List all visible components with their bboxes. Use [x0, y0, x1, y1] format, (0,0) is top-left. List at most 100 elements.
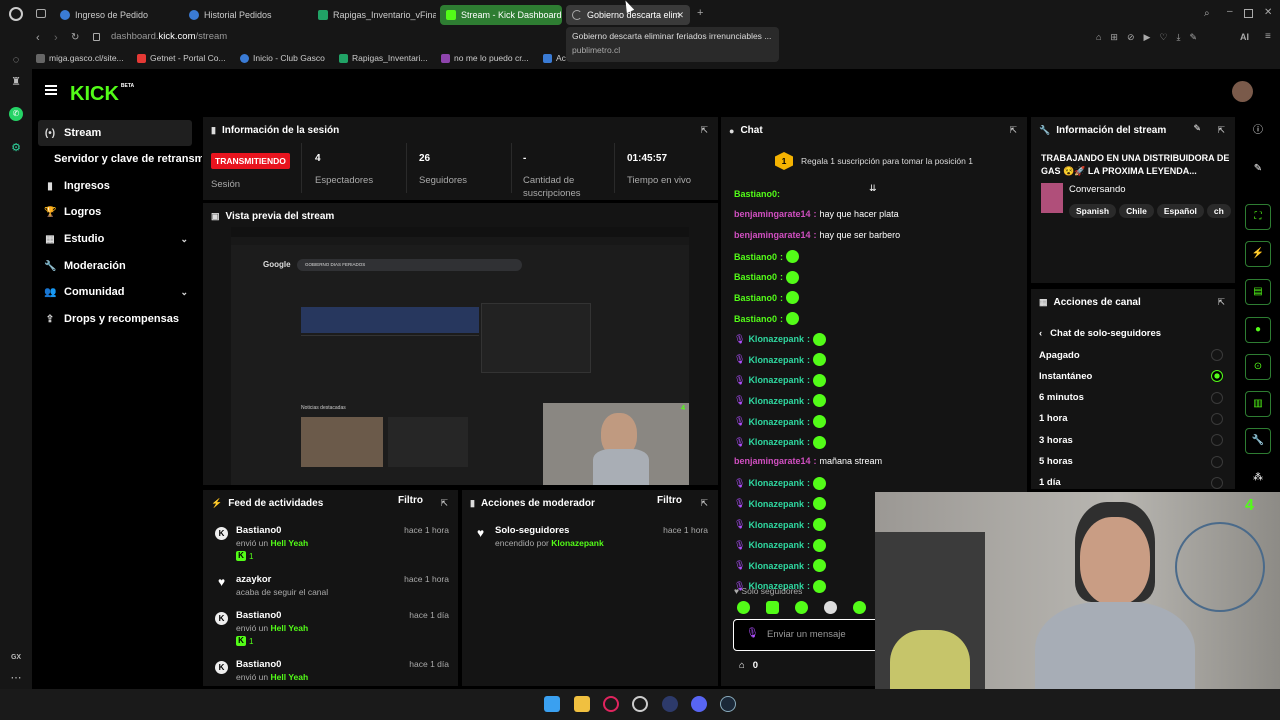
- forward-icon[interactable]: ›: [54, 32, 58, 44]
- radio-button[interactable]: [1211, 434, 1223, 447]
- search-icon[interactable]: ⌕: [1204, 8, 1210, 19]
- tag-chip[interactable]: ch: [1206, 204, 1231, 218]
- minimize-icon[interactable]: –: [1227, 6, 1233, 17]
- browser-tab-historial[interactable]: Historial Pedidos: [183, 5, 311, 25]
- category-name[interactable]: Conversando: [1069, 184, 1126, 195]
- feed-username[interactable]: Bastiano0: [236, 525, 281, 536]
- nav-item-moderacion[interactable]: 🔧 Moderación: [38, 253, 192, 279]
- radio-option[interactable]: 6 minutos: [1039, 388, 1223, 408]
- tag-chip[interactable]: Chile: [1119, 204, 1154, 218]
- kick-logo[interactable]: KICK BETA: [70, 83, 134, 106]
- fullscreen-icon[interactable]: ⛶: [1245, 204, 1271, 230]
- popout-icon[interactable]: ⇱: [700, 125, 708, 136]
- feed-filter-button[interactable]: Filtro: [398, 495, 423, 506]
- opera-logo-icon[interactable]: [9, 7, 23, 21]
- emote-button[interactable]: [824, 601, 837, 614]
- emote-button[interactable]: [766, 601, 779, 614]
- reload-icon[interactable]: ↻: [71, 32, 79, 43]
- whatsapp-icon[interactable]: ✆: [9, 107, 23, 121]
- back-icon[interactable]: ‹: [36, 32, 40, 44]
- radio-button[interactable]: [1211, 455, 1223, 468]
- popout-icon[interactable]: ⇱: [1009, 125, 1017, 136]
- radio-option[interactable]: Apagado: [1039, 345, 1223, 365]
- emote-button[interactable]: [853, 601, 866, 614]
- bookmark-getnet[interactable]: Getnet - Portal Co...: [137, 53, 226, 63]
- settings-icon[interactable]: ⚙: [9, 141, 23, 155]
- chat-username[interactable]: benjamingarate14: [734, 230, 811, 240]
- ai-button[interactable]: AI: [1240, 32, 1249, 42]
- nav-item-logros[interactable]: 🏆 Logros: [38, 199, 192, 225]
- toolbar-extension-icons[interactable]: ⌂⊞⊘▶♡⤓✎: [1096, 32, 1206, 43]
- aria-icon[interactable]: ◌: [9, 53, 23, 67]
- restore-icon[interactable]: [1244, 9, 1253, 18]
- mod-action-user[interactable]: Klonazepank: [551, 538, 603, 548]
- menu-icon[interactable]: ≡: [1265, 31, 1271, 42]
- feed-username[interactable]: Bastiano0: [236, 610, 281, 621]
- chat-username[interactable]: Klonazepank: [748, 478, 804, 488]
- bookmark-club-gasco[interactable]: Inicio - Club Gasco: [240, 53, 325, 63]
- radio-button[interactable]: [1211, 349, 1223, 361]
- nav-item-server-key[interactable]: Servidor y clave de retransmisión: [38, 146, 202, 172]
- chat-username[interactable]: Klonazepank: [748, 355, 804, 365]
- steam-icon[interactable]: [720, 696, 736, 712]
- file-explorer-icon[interactable]: [574, 696, 590, 712]
- chat-username[interactable]: Klonazepank: [748, 437, 804, 447]
- chat-username[interactable]: Klonazepank: [748, 540, 804, 550]
- browser-tab-rapigas[interactable]: Rapigas_Inventario_vFinal: [312, 5, 436, 25]
- community-icon[interactable]: ⁂: [1245, 466, 1271, 492]
- chat-username[interactable]: Klonazepank: [748, 561, 804, 571]
- lightning-icon[interactable]: ⚡: [1245, 241, 1271, 267]
- new-tab-icon[interactable]: +: [697, 7, 703, 19]
- address-field[interactable]: dashboard.kick.com/stream: [111, 31, 227, 42]
- radio-button[interactable]: [1211, 476, 1223, 489]
- bookmark-miga[interactable]: miga.gasco.cl/site...: [36, 53, 124, 63]
- nav-item-comunidad[interactable]: 👥 Comunidad ⌄: [38, 279, 192, 305]
- tag-chip[interactable]: Spanish: [1069, 204, 1117, 218]
- chat-username[interactable]: Klonazepank: [748, 417, 804, 427]
- nav-item-stream[interactable]: (•) Stream: [38, 120, 192, 146]
- chevron-down-icon[interactable]: ⌄: [180, 287, 188, 298]
- popout-icon[interactable]: ⇱: [440, 498, 448, 509]
- emote-button[interactable]: [737, 601, 750, 614]
- nav-item-drops[interactable]: ⇪ Drops y recompensas: [38, 306, 192, 332]
- feed-username[interactable]: azaykor: [236, 574, 271, 585]
- broadcast-icon[interactable]: ⊙: [1245, 354, 1271, 380]
- chevron-down-icon[interactable]: ⌄: [180, 234, 188, 245]
- radio-option[interactable]: 3 horas: [1039, 430, 1223, 450]
- edit-icon[interactable]: ✎: [1245, 157, 1271, 183]
- opera-gx-icon[interactable]: [603, 696, 619, 712]
- popout-icon[interactable]: ⇱: [1217, 297, 1225, 308]
- radio-button[interactable]: [1211, 391, 1223, 404]
- radio-option[interactable]: 1 hora: [1039, 409, 1223, 429]
- chat-icon[interactable]: ●: [1245, 317, 1271, 343]
- gift-leaderboard-banner[interactable]: 1 Regala 1 suscripción para tomar la pos…: [775, 152, 973, 170]
- avatar[interactable]: [1232, 81, 1253, 102]
- layout-icon[interactable]: ▥: [1245, 391, 1271, 417]
- edit-icon[interactable]: ✎: [1193, 123, 1201, 134]
- hamburger-icon[interactable]: [45, 85, 57, 95]
- app-icon[interactable]: [662, 696, 678, 712]
- obs-icon[interactable]: [632, 696, 648, 712]
- tab-menu-icon[interactable]: [36, 9, 46, 18]
- discord-icon[interactable]: [691, 696, 707, 712]
- crypto-wallet-icon[interactable]: ♜: [9, 75, 23, 89]
- chat-username[interactable]: benjamingarate14: [734, 209, 811, 219]
- chat-username[interactable]: Bastiano0: [734, 252, 777, 262]
- chat-username[interactable]: Klonazepank: [748, 334, 804, 344]
- followers-only-back[interactable]: ‹ Chat de solo-seguidores: [1039, 328, 1161, 339]
- browser-tab-ingreso[interactable]: Ingreso de Pedido: [54, 5, 182, 25]
- nav-item-estudio[interactable]: ▦ Estudio ⌄: [38, 226, 192, 252]
- popout-icon[interactable]: ⇱: [700, 498, 708, 509]
- wrench-icon[interactable]: 🔧: [1245, 428, 1271, 454]
- radio-option[interactable]: 5 horas: [1039, 452, 1223, 472]
- close-window-icon[interactable]: ✕: [1264, 7, 1272, 18]
- stream-preview-video[interactable]: Google GOBIERNO DIAS FERIADOS Noticias d…: [231, 227, 689, 485]
- chat-username[interactable]: Klonazepank: [748, 520, 804, 530]
- browser-tab-kick-dashboard[interactable]: Stream - Kick Dashboard: [440, 5, 562, 25]
- popout-icon[interactable]: ⇱: [1217, 125, 1225, 136]
- chat-username[interactable]: Klonazepank: [748, 499, 804, 509]
- close-tab-icon[interactable]: ✕: [676, 10, 684, 21]
- tag-chip[interactable]: Español: [1156, 204, 1204, 218]
- radio-option[interactable]: Instantáneo: [1039, 366, 1223, 386]
- radio-button[interactable]: [1211, 370, 1223, 383]
